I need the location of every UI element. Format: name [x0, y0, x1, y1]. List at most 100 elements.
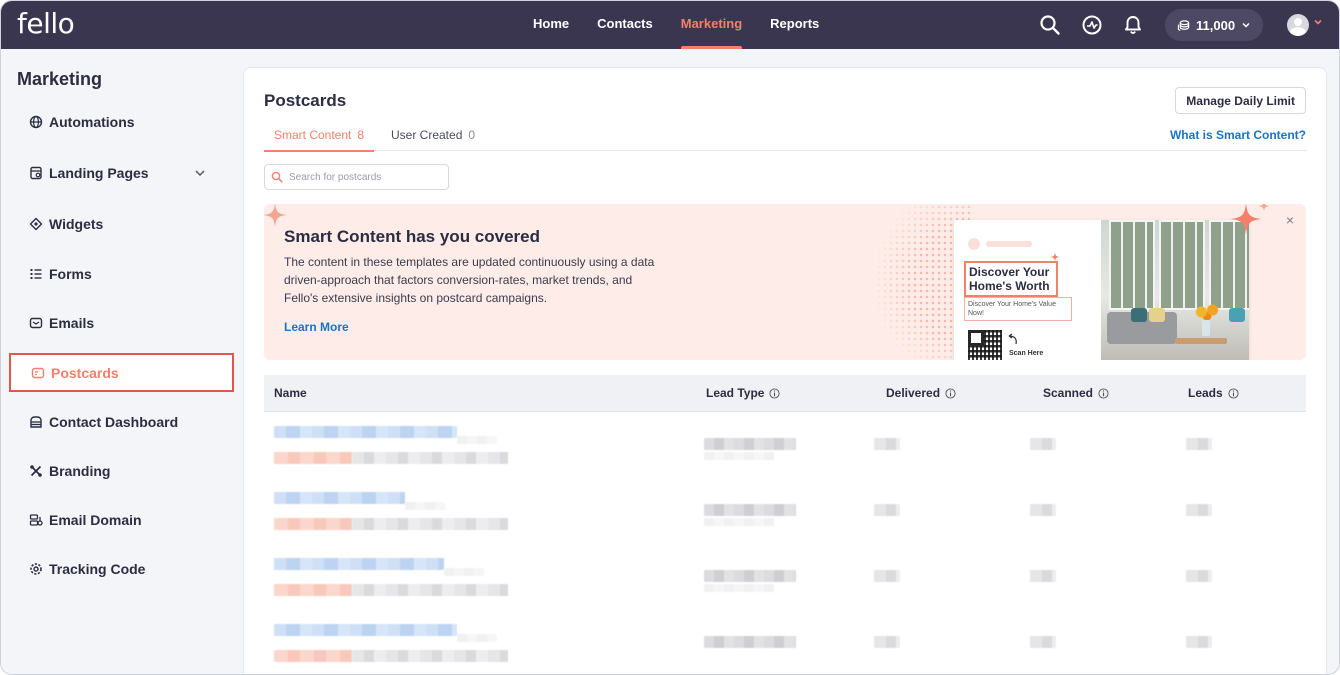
- table-row[interactable]: [264, 486, 1306, 552]
- chevron-down-icon: [1242, 22, 1250, 28]
- redacted-tag: [274, 518, 352, 530]
- photo-pillow: [1131, 308, 1147, 322]
- sidebar-item-branding[interactable]: Branding: [9, 453, 234, 489]
- credits-value: 11,000: [1196, 17, 1236, 33]
- postcard-front: Discover Your Home's Worth Discover Your…: [954, 220, 1101, 360]
- nav-reports[interactable]: Reports: [756, 1, 833, 49]
- column-label: Scanned: [1043, 386, 1094, 400]
- redacted-scanned: [1030, 570, 1056, 582]
- redacted-delivered: [874, 636, 900, 648]
- redacted-delivered: [874, 570, 900, 582]
- postcard-subline: Discover Your Home's Value Now!: [964, 297, 1072, 321]
- chevron-down-icon[interactable]: [194, 168, 206, 178]
- sidebar-item-forms[interactable]: Forms: [9, 256, 234, 292]
- nav-contacts[interactable]: Contacts: [583, 1, 667, 49]
- info-icon[interactable]: [945, 387, 956, 399]
- sidebar-item-tracking-code[interactable]: Tracking Code: [9, 551, 234, 587]
- redacted-lead-type: [704, 570, 796, 582]
- qr-code-icon: [968, 330, 1002, 360]
- table-row[interactable]: [264, 420, 1306, 486]
- sidebar-item-automations[interactable]: Automations: [9, 104, 234, 140]
- search-input[interactable]: [289, 171, 439, 183]
- postcard-logo-dot: [968, 238, 980, 250]
- redacted-delivered: [874, 504, 900, 516]
- page-title: Postcards: [264, 91, 347, 110]
- column-name[interactable]: Name: [274, 386, 307, 400]
- widget-icon: [29, 217, 43, 231]
- page-icon: [30, 166, 42, 180]
- info-icon[interactable]: [1098, 387, 1109, 399]
- activity-icon[interactable]: [1080, 13, 1104, 37]
- tab-count: 0: [468, 128, 476, 142]
- main-panel: Postcards Manage Daily Limit Smart Conte…: [243, 67, 1327, 674]
- sidebar-item-widgets[interactable]: Widgets: [9, 206, 234, 242]
- sidebar-item-landing-pages[interactable]: Landing Pages: [9, 155, 234, 191]
- close-banner-button[interactable]: ×: [1286, 212, 1294, 228]
- redacted-tag: [274, 584, 352, 596]
- photo-vase: [1202, 320, 1210, 336]
- redacted-scanned: [1030, 636, 1056, 648]
- info-icon[interactable]: [1228, 387, 1239, 399]
- tab-user-created[interactable]: User Created 0: [391, 128, 475, 151]
- redacted-subtext: [352, 518, 508, 530]
- redacted-text: [444, 568, 484, 576]
- search-icon: [271, 171, 283, 183]
- postcard-icon: [31, 367, 45, 378]
- avatar[interactable]: [1287, 14, 1309, 36]
- redacted-leads: [1186, 636, 1212, 648]
- learn-more-link[interactable]: Learn More: [284, 320, 349, 334]
- tab-smart-content[interactable]: Smart Content 8: [263, 128, 375, 152]
- smart-content-banner: Smart Content has you covered The conten…: [264, 204, 1306, 360]
- column-delivered[interactable]: Delivered: [886, 386, 956, 400]
- dashboard-icon: [30, 416, 42, 428]
- globe-icon: [29, 115, 43, 129]
- sidebar-item-label: Email Domain: [49, 512, 142, 528]
- column-lead-type[interactable]: Lead Type: [706, 386, 781, 400]
- info-icon[interactable]: [769, 387, 781, 399]
- what-is-smart-content-link[interactable]: What is Smart Content?: [1170, 128, 1306, 142]
- sidebar-item-label: Tracking Code: [49, 561, 146, 577]
- fello-logo[interactable]: fello: [17, 7, 75, 40]
- sidebar-item-contact-dashboard[interactable]: Contact Dashboard: [9, 404, 234, 440]
- bell-icon[interactable]: [1121, 13, 1145, 37]
- photo-pillow: [1149, 308, 1165, 322]
- sidebar-item-label: Postcards: [51, 364, 119, 381]
- sparkle-icon: [1258, 204, 1270, 212]
- redacted-postcard-name: [274, 426, 457, 438]
- manage-daily-limit-button[interactable]: Manage Daily Limit: [1175, 87, 1306, 114]
- table-row[interactable]: [264, 552, 1306, 618]
- brush-icon: [30, 465, 42, 477]
- sidebar-item-postcards[interactable]: Postcards: [9, 353, 234, 392]
- sidebar-title: Marketing: [17, 69, 103, 89]
- credits-button[interactable]: 11,000: [1165, 9, 1263, 41]
- redacted-text: [704, 584, 774, 592]
- postcard-preview: Discover Your Home's Worth Discover Your…: [954, 220, 1249, 360]
- table-row[interactable]: [264, 618, 1306, 674]
- avatar-chevron-down-icon[interactable]: [1313, 17, 1323, 27]
- curved-arrow-icon: [1008, 333, 1017, 345]
- photo-table: [1175, 338, 1227, 344]
- sidebar-item-label: Automations: [49, 114, 135, 130]
- photo-window: [1159, 220, 1205, 310]
- column-scanned[interactable]: Scanned: [1043, 386, 1109, 400]
- column-label: Name: [274, 386, 307, 400]
- sidebar-item-emails[interactable]: Emails: [9, 305, 234, 341]
- redacted-delivered: [874, 438, 900, 450]
- sidebar-item-email-domain[interactable]: Email Domain: [9, 502, 234, 538]
- search-box[interactable]: [264, 164, 449, 190]
- postcard-logo-bar: [986, 241, 1032, 247]
- domain-icon: [29, 514, 43, 526]
- nav-marketing[interactable]: Marketing: [667, 1, 756, 49]
- redacted-text: [704, 452, 774, 460]
- redacted-postcard-name: [274, 558, 444, 570]
- redacted-postcard-name: [274, 624, 457, 636]
- nav-home[interactable]: Home: [519, 1, 583, 49]
- banner-title: Smart Content has you covered: [284, 227, 541, 246]
- search-icon[interactable]: [1038, 13, 1062, 37]
- photo-flowers: [1193, 302, 1221, 322]
- redacted-text: [405, 502, 445, 510]
- mail-icon: [29, 317, 43, 329]
- coins-icon: [1177, 19, 1190, 31]
- column-leads[interactable]: Leads: [1188, 386, 1239, 400]
- redacted-postcard-name: [274, 492, 405, 504]
